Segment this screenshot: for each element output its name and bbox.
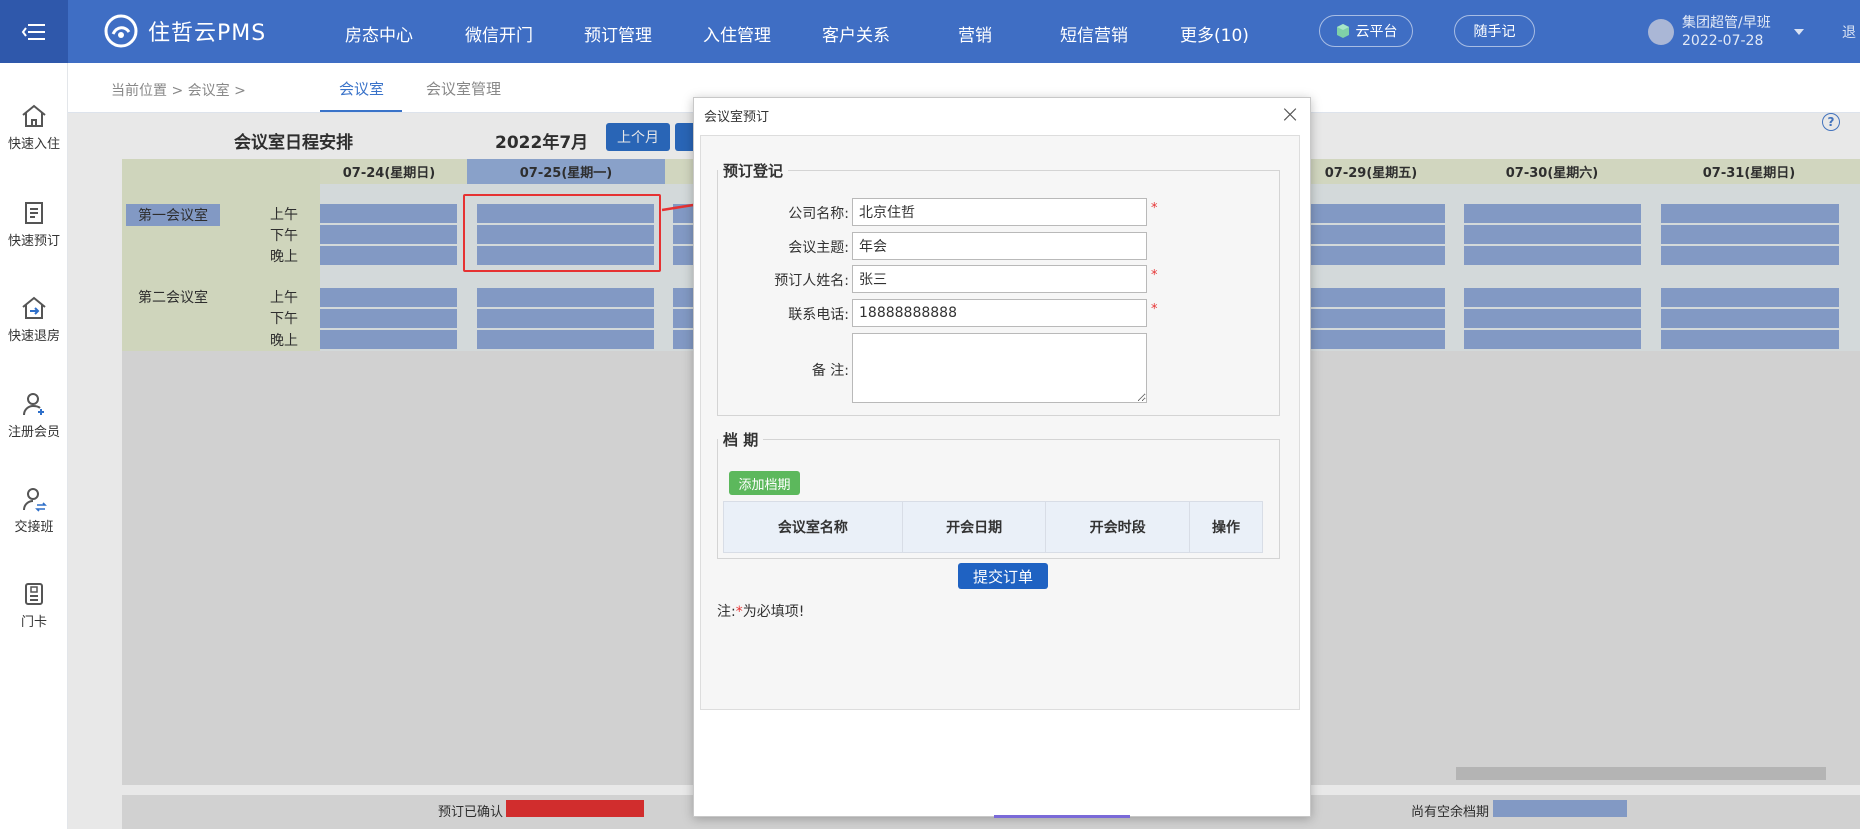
note-star: *: [735, 604, 743, 620]
phone-label: 联系电话:: [788, 307, 849, 323]
nav-marketing[interactable]: 营销: [958, 21, 992, 46]
required-marker: *: [1151, 302, 1158, 317]
schedule-section-title: 档 期: [723, 431, 759, 449]
note-prefix: 注:: [717, 604, 736, 620]
add-schedule-button[interactable]: 添加档期: [729, 471, 800, 495]
top-navbar: 住哲云PMS 房态中心 微信开门 预订管理 入住管理 客户关系 营销 短信营销 …: [0, 0, 1860, 63]
sidebar-label: 快速入住: [7, 137, 60, 152]
close-icon[interactable]: ×: [1280, 102, 1300, 126]
dialog-title: 会议室预订: [704, 110, 770, 125]
sidebar-label: 交接班: [14, 520, 54, 535]
menu-icon: [21, 23, 45, 40]
notes-label: 随手记: [1473, 24, 1516, 40]
nav-wechat-door[interactable]: 微信开门: [465, 21, 533, 46]
booker-label: 预订人姓名:: [774, 273, 849, 289]
notes-button[interactable]: 随手记: [1454, 15, 1535, 47]
topic-input[interactable]: [852, 232, 1147, 260]
chevron-down-icon: [1793, 29, 1804, 35]
remark-label: 备 注:: [811, 363, 849, 379]
nav-more[interactable]: 更多(10): [1180, 21, 1249, 46]
home-icon: [22, 104, 46, 127]
sidebar-label: 注册会员: [7, 425, 60, 440]
booking-section-title: 预订登记: [723, 162, 784, 180]
sidebar-item-door-card[interactable]: 门卡: [0, 581, 68, 630]
user-date: 2022-07-28: [1682, 33, 1764, 49]
nav-sms[interactable]: 短信营销: [1060, 21, 1128, 46]
table-header: 操作: [1188, 501, 1264, 553]
booker-input[interactable]: [852, 265, 1147, 293]
company-input[interactable]: [852, 198, 1147, 226]
cloud-platform-button[interactable]: 云平台: [1319, 15, 1413, 47]
app-logo[interactable]: 住哲云PMS: [104, 14, 266, 48]
sidebar-label: 门卡: [20, 615, 47, 630]
schedule-table: 会议室名称 开会日期 开会时段 操作: [723, 501, 1264, 553]
topic-label: 会议主题:: [788, 240, 849, 256]
sidebar-item-shift-handover[interactable]: 交接班: [0, 486, 68, 535]
user-menu[interactable]: 集团超管/早班 2022-07-28: [1648, 14, 1805, 50]
sidebar-item-register-member[interactable]: 注册会员: [0, 391, 68, 440]
phone-input[interactable]: [852, 299, 1147, 327]
dialog-body: 预订登记 公司名称: * 会议主题: 预订人姓名: * 联系电话: * 备 注:…: [700, 135, 1300, 710]
user-add-icon: [23, 393, 44, 416]
nav-reservations[interactable]: 预订管理: [584, 21, 652, 46]
note-suffix: 为必填项!: [742, 604, 805, 620]
sidebar: 快速入住 快速预订 快速退房 注册会员 交接班 门卡: [0, 63, 68, 829]
table-header: 会议室名称: [723, 501, 903, 553]
sidebar-item-quick-checkin[interactable]: 快速入住: [0, 103, 68, 152]
submit-order-button[interactable]: 提交订单: [958, 563, 1048, 589]
required-marker: *: [1151, 201, 1158, 216]
nav-checkin[interactable]: 入住管理: [703, 21, 771, 46]
user-swap-icon: [23, 488, 47, 512]
nav-room-status[interactable]: 房态中心: [345, 21, 413, 46]
sidebar-item-quick-checkout[interactable]: 快速退房: [0, 295, 68, 344]
required-marker: *: [1151, 268, 1158, 283]
bottom-indicator: [994, 815, 1130, 818]
house-arrow-icon: [22, 296, 46, 319]
breadcrumb: 当前位置 > 会议室 >: [111, 83, 246, 99]
menu-toggle-button[interactable]: [0, 0, 68, 63]
cloud-platform-label: 云平台: [1355, 24, 1398, 40]
nav-customers[interactable]: 客户关系: [822, 21, 890, 46]
booking-dialog: 会议室预订 × 预订登记 公司名称: * 会议主题: 预订人姓名: * 联系电话…: [693, 97, 1311, 817]
active-tab-indicator: [320, 110, 402, 112]
sidebar-label: 快速退房: [7, 329, 60, 344]
tab-meeting-room[interactable]: 会议室: [339, 78, 384, 99]
user-name: 集团超管/早班: [1682, 15, 1771, 31]
avatar: [1648, 19, 1674, 45]
logout-link[interactable]: 退: [1842, 22, 1856, 42]
app-name: 住哲云PMS: [148, 21, 267, 46]
company-label: 公司名称:: [788, 206, 849, 222]
remark-textarea[interactable]: [852, 333, 1147, 403]
table-header: 开会日期: [901, 501, 1047, 553]
sidebar-item-quick-booking[interactable]: 快速预订: [0, 200, 68, 249]
cube-icon: [1336, 24, 1349, 38]
required-note: 注:*为必填项!: [717, 601, 804, 621]
document-icon: [25, 202, 43, 224]
highlight-box: [463, 194, 661, 272]
table-header: 开会时段: [1045, 501, 1190, 553]
sidebar-label: 快速预订: [7, 234, 60, 249]
logo-icon: [104, 14, 138, 48]
tab-meeting-room-management[interactable]: 会议室管理: [426, 78, 501, 99]
card-icon: [25, 583, 43, 605]
